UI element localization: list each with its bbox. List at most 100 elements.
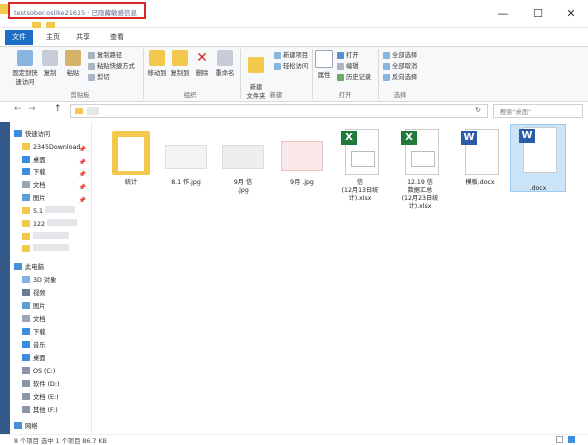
details-view-icon[interactable] — [556, 436, 563, 443]
large-icons-view-icon[interactable] — [568, 436, 575, 443]
blurred-text — [33, 232, 69, 239]
address-input[interactable]: ↻ — [70, 104, 488, 118]
sidebar-item-folder[interactable]: 5.1 — [22, 206, 92, 217]
refresh-button[interactable]: ↻ — [475, 106, 481, 114]
file-item-xlsx[interactable]: X 12.19 信 数据汇总 (12月23日统 计).xlsx — [392, 127, 448, 211]
tab-share[interactable]: 共享 — [70, 30, 96, 45]
sidebar-item-downloads[interactable]: 下载 📌 — [22, 167, 92, 178]
sidebar-item-3d-objects[interactable]: 3D 对象 — [22, 275, 92, 286]
copy-button[interactable]: 复制 — [40, 50, 60, 77]
sidebar-item-drive-c[interactable]: OS (C:) — [22, 366, 92, 377]
sidebar-item-documents-pc[interactable]: 文档 — [22, 314, 92, 325]
minimize-button[interactable]: — — [490, 6, 516, 22]
paste-icon — [65, 50, 81, 66]
pin-icon: 📌 — [78, 184, 86, 191]
copy-to-button[interactable]: 复制到 — [168, 50, 192, 77]
maximize-button[interactable]: ☐ — [525, 6, 551, 22]
rename-button[interactable]: 重命名 — [213, 50, 237, 77]
delete-button[interactable]: ✕ 删除 — [193, 50, 211, 77]
file-item-folder[interactable]: 统计 — [103, 127, 159, 187]
file-item-image[interactable]: 9月 .jpg — [274, 127, 330, 187]
star-icon — [14, 130, 22, 137]
sidebar-item-drive-e[interactable]: 文档 (E:) — [22, 392, 92, 403]
move-to-icon — [149, 50, 165, 66]
close-button[interactable]: ✕ — [558, 6, 584, 22]
paste-button[interactable]: 粘贴 — [62, 50, 84, 77]
sidebar-item-quick-access[interactable]: 快速访问 — [14, 129, 84, 140]
folder-icon — [75, 108, 83, 114]
cut-button[interactable]: 剪切 — [88, 72, 110, 81]
group-separator — [312, 49, 313, 99]
pin-icon: 📌 — [78, 197, 86, 204]
copy-path-icon — [88, 51, 95, 59]
tab-home[interactable]: 主页 — [40, 30, 66, 45]
group-label-select: 选择 — [393, 92, 407, 99]
document-icon — [22, 181, 30, 188]
copy-path-button[interactable]: 复制路径 — [88, 50, 122, 59]
up-button[interactable]: ↑ — [54, 104, 62, 114]
file-item-docx-selected[interactable]: W .docx — [510, 124, 566, 192]
sidebar-item-documents[interactable]: 文档 📌 — [22, 180, 92, 191]
file-item-image[interactable]: 8.1 作.jpg — [158, 127, 214, 187]
sidebar-item-2345download[interactable]: 2345Download 📌 — [22, 142, 92, 153]
edit-button[interactable]: 编辑 — [337, 61, 359, 70]
tab-file[interactable]: 文件 — [5, 30, 33, 45]
file-item-xlsx[interactable]: X 信 (12月13日统 计).xlsx — [332, 127, 388, 203]
group-label-open: 打开 — [338, 92, 352, 99]
folder-icon — [22, 220, 30, 227]
sidebar-item-this-pc[interactable]: 此电脑 — [14, 262, 84, 273]
sidebar-item-pictures[interactable]: 图片 📌 — [22, 193, 92, 204]
invert-selection-button[interactable]: 反向选择 — [383, 72, 417, 81]
open-button[interactable]: 打开 — [337, 50, 359, 59]
pin-quick-access-button[interactable]: 固定到快速访问 — [10, 50, 40, 86]
sidebar-item-music[interactable]: 音乐 — [22, 340, 92, 351]
sidebar-item-downloads-pc[interactable]: 下载 — [22, 327, 92, 338]
sidebar-item-network[interactable]: 网络 — [14, 421, 84, 432]
sidebar-item-pictures-pc[interactable]: 图片 — [22, 301, 92, 312]
new-item-button[interactable]: 新建项目 — [274, 50, 308, 59]
status-bar: 8 个项目 选中 1 个项目 86.7 KB — [0, 434, 588, 445]
excel-icon: X — [337, 127, 383, 179]
sidebar-item-desktop-pc[interactable]: 桌面 — [22, 353, 92, 364]
rename-icon — [217, 50, 233, 66]
file-item-image[interactable]: 9月 信 .jpg — [215, 127, 271, 195]
group-label-organize: 组织 — [183, 92, 197, 99]
sidebar-item-folder[interactable] — [22, 244, 92, 255]
folder-icon — [22, 233, 30, 240]
sidebar-item-drive-d[interactable]: 软件 (D:) — [22, 379, 92, 390]
picture-icon — [22, 194, 30, 201]
sidebar-item-folder[interactable] — [22, 232, 92, 243]
pin-icon: 📌 — [78, 171, 86, 178]
image-thumbnail — [220, 127, 266, 179]
back-button[interactable]: ← — [14, 104, 22, 114]
select-none-icon — [383, 62, 390, 70]
quick-save-icon[interactable] — [32, 22, 41, 28]
sidebar-item-desktop[interactable]: 桌面 📌 — [22, 155, 92, 166]
sidebar-item-drive-f[interactable]: 其他 (F:) — [22, 405, 92, 416]
sidebar-item-folder[interactable]: 122 — [22, 219, 92, 230]
copy-to-icon — [172, 50, 188, 66]
open-icon — [337, 51, 344, 59]
forward-button[interactable]: → — [28, 104, 36, 114]
select-all-button[interactable]: 全部选择 — [383, 50, 417, 59]
pin-icon: 📌 — [78, 146, 86, 153]
move-to-button[interactable]: 移动到 — [146, 50, 168, 77]
sidebar-item-videos[interactable]: 视频 — [22, 288, 92, 299]
document-icon — [22, 315, 30, 322]
new-folder-quick-icon[interactable] — [46, 22, 55, 28]
window-title: testsober.oslike21615 · 已隐藏敏感信息 — [8, 2, 146, 19]
folder-icon — [22, 143, 30, 150]
easy-access-button[interactable]: 轻松访问 — [274, 61, 308, 70]
excel-icon: X — [397, 127, 443, 179]
search-input[interactable]: 搜索"桌面" ⌕ — [493, 104, 583, 118]
word-icon: W — [457, 127, 503, 179]
properties-button[interactable]: 属性 — [315, 50, 333, 79]
select-none-button[interactable]: 全部取消 — [383, 61, 417, 70]
tab-view[interactable]: 查看 — [104, 30, 130, 45]
folder-icon — [22, 207, 30, 214]
download-icon — [22, 328, 30, 335]
paste-shortcut-button[interactable]: 粘贴快捷方式 — [88, 61, 135, 70]
file-item-docx[interactable]: W 模板.docx — [452, 127, 508, 187]
history-button[interactable]: 历史记录 — [337, 72, 371, 81]
new-folder-icon — [248, 57, 264, 73]
